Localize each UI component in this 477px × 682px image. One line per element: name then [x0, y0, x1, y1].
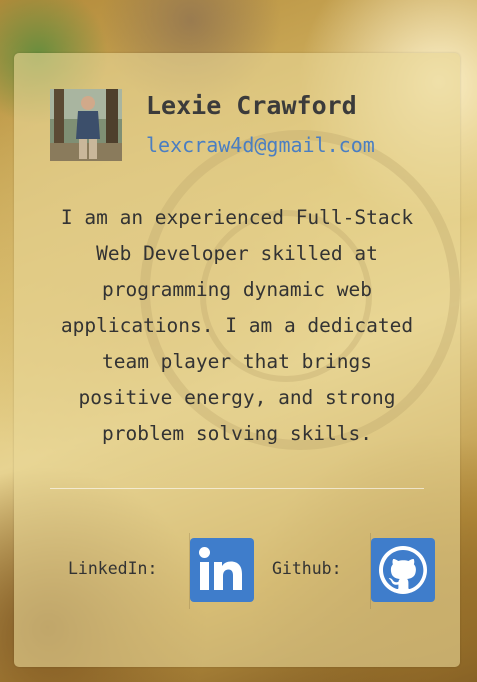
email-link[interactable]: lexcraw4d@gmail.com: [146, 133, 375, 157]
linkedin-icon: [199, 547, 242, 590]
profile-name: Lexie Crawford: [146, 91, 357, 120]
linkedin-label: LinkedIn:: [68, 559, 158, 578]
profile-card: Lexie Crawford lexcraw4d@gmail.com I am …: [14, 53, 460, 667]
divider: [50, 488, 424, 489]
profile-bio: I am an experienced Full-Stack Web Devel…: [60, 206, 414, 445]
avatar-photo: [50, 89, 122, 161]
linkedin-button[interactable]: [190, 538, 254, 602]
github-button[interactable]: [371, 538, 435, 602]
avatar: [50, 89, 122, 161]
github-icon: [379, 546, 427, 594]
github-label: Github:: [272, 559, 342, 578]
